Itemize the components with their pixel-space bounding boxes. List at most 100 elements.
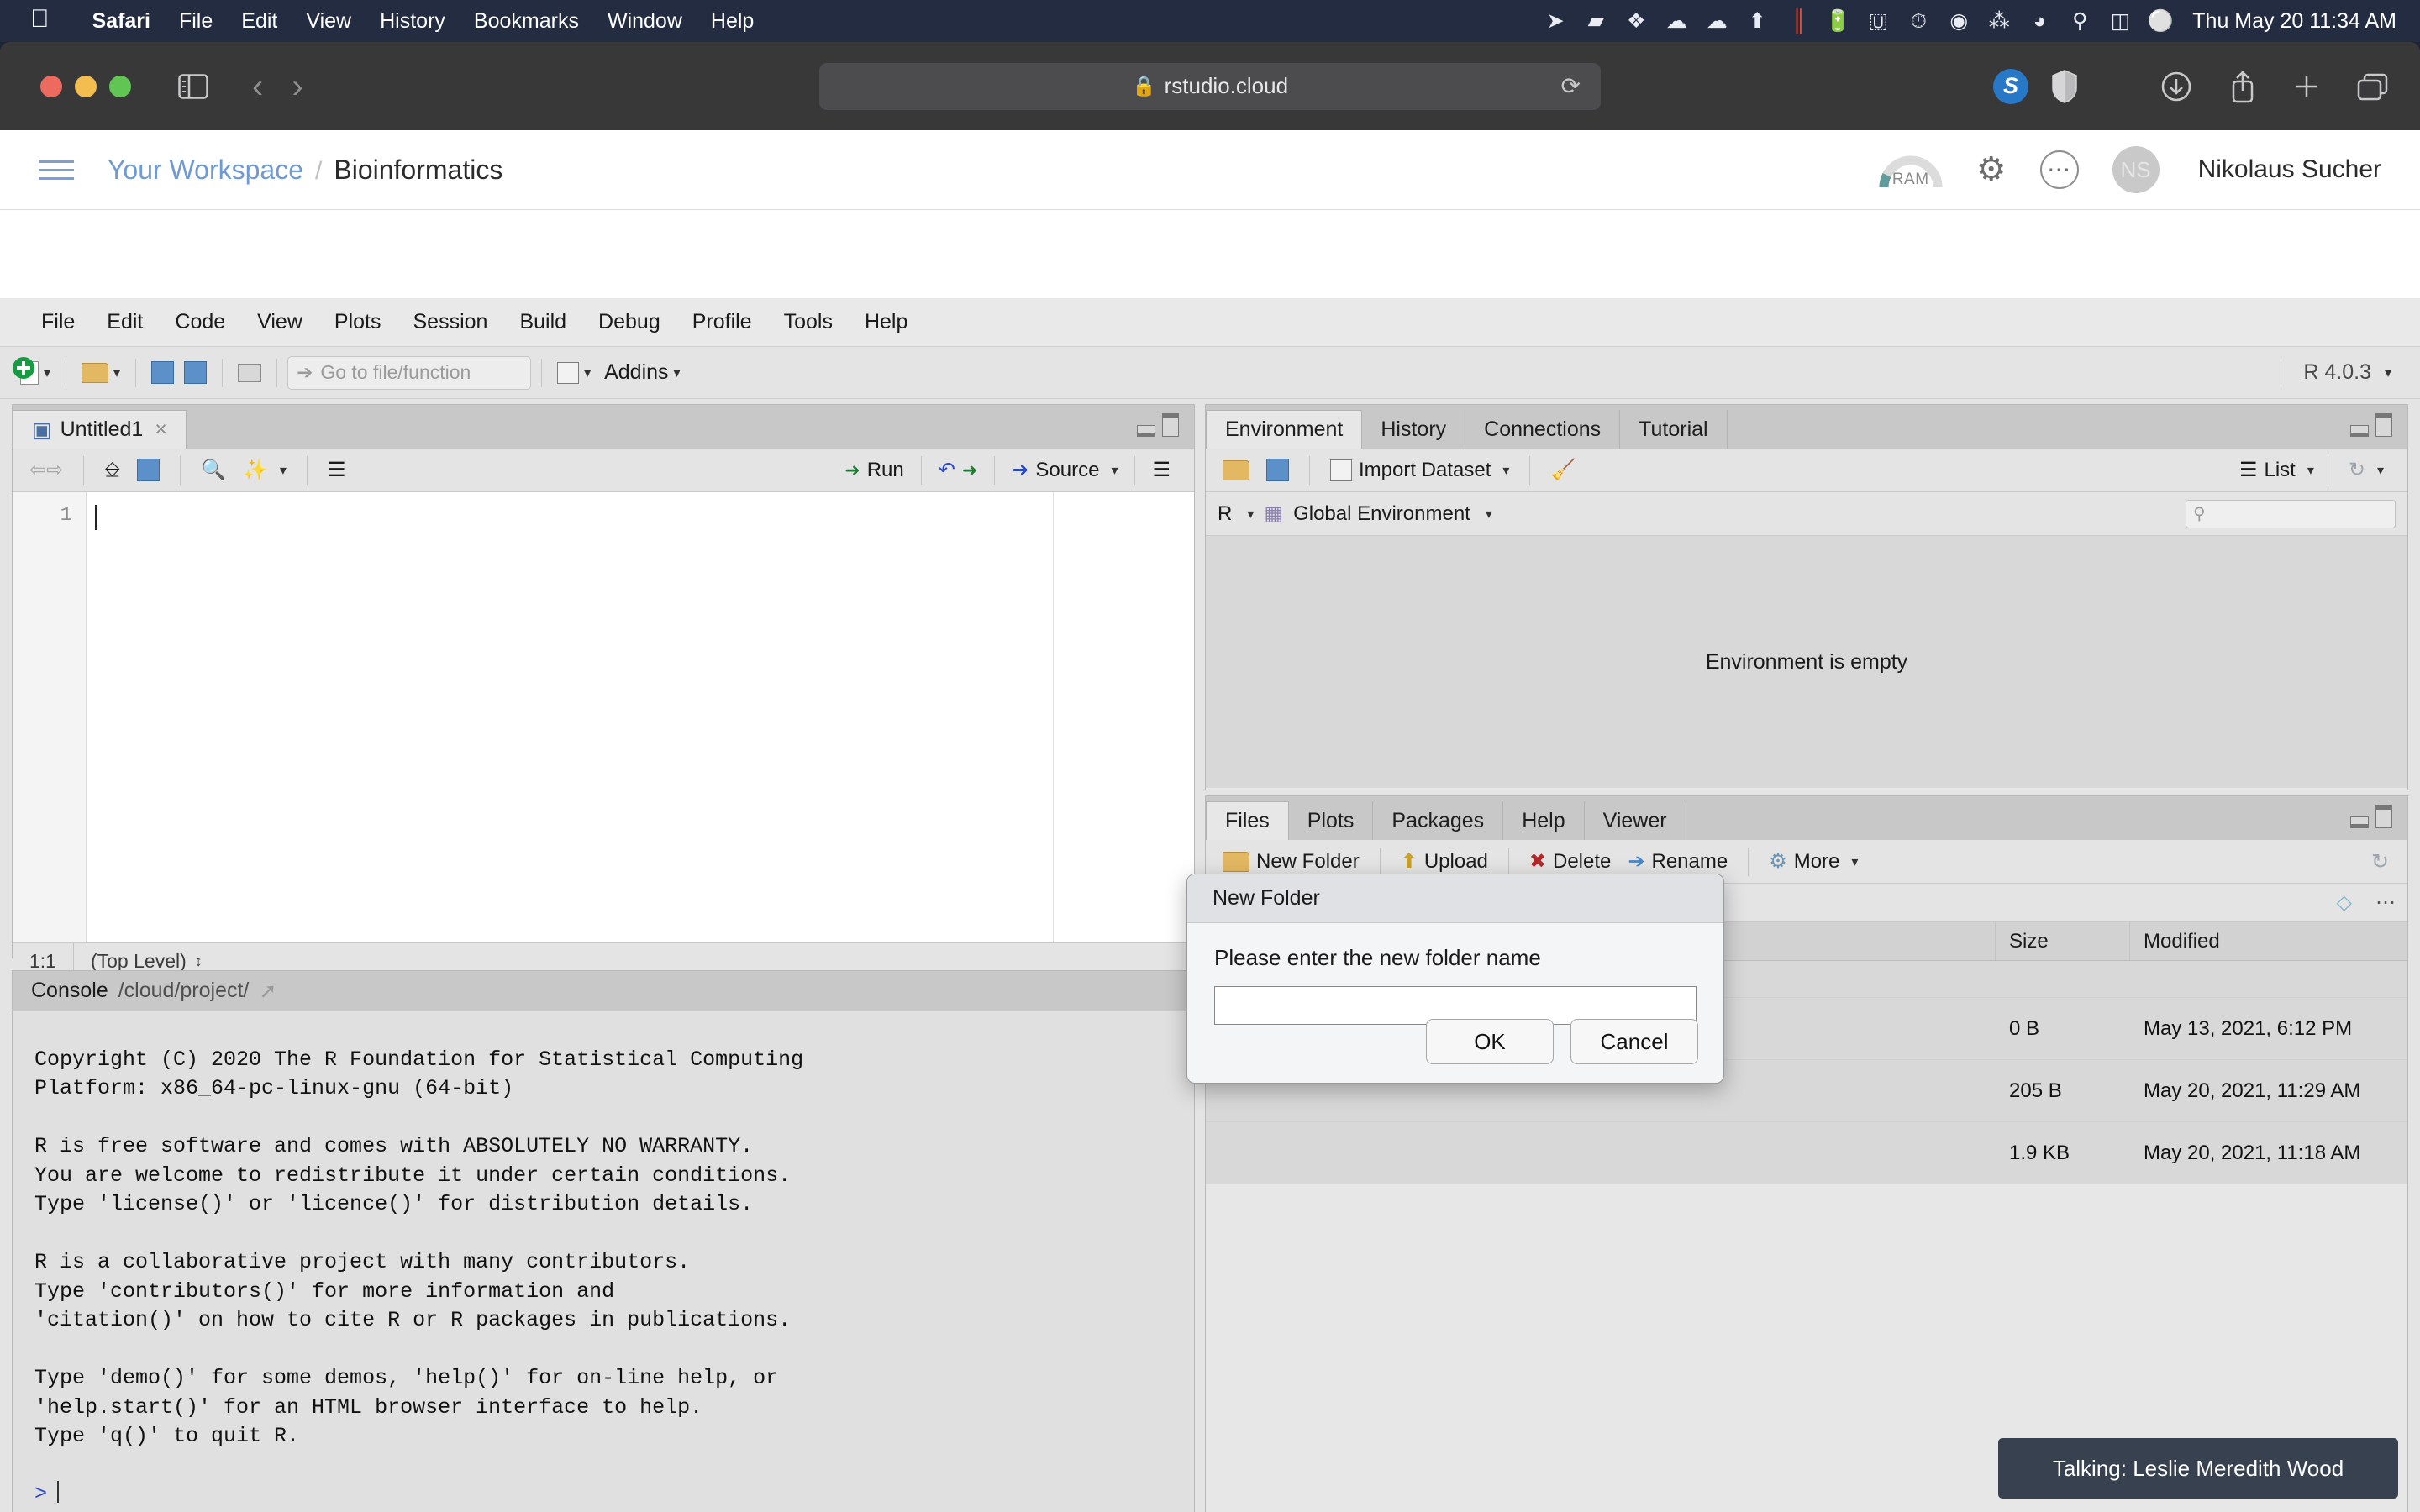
- run-button[interactable]: ➜ Run: [838, 459, 910, 482]
- ide-menu-plots[interactable]: Plots: [318, 310, 397, 334]
- tab-packages[interactable]: Packages: [1373, 801, 1504, 840]
- apple-menu-icon[interactable]: : [18, 7, 61, 32]
- user-name[interactable]: Nikolaus Sucher: [2198, 155, 2381, 184]
- reload-icon[interactable]: ⟳: [1561, 72, 1581, 100]
- compile-report-icon[interactable]: ☰: [321, 458, 353, 482]
- menu-hamburger-icon[interactable]: [39, 160, 74, 180]
- print-button[interactable]: [233, 354, 266, 391]
- language-selector[interactable]: R: [1218, 502, 1232, 526]
- screen-recording-icon[interactable]: ▰: [1576, 8, 1616, 34]
- ide-menu-debug[interactable]: Debug: [582, 310, 676, 334]
- time-machine-icon[interactable]: ⏱: [1898, 9, 1939, 34]
- code-tools-icon[interactable]: ✨ ▾: [236, 458, 293, 482]
- address-bar[interactable]: 🔒 rstudio.cloud ⟳: [819, 62, 1601, 110]
- import-dataset-button[interactable]: Import Dataset ▾: [1323, 459, 1516, 482]
- privacy-shield-icon[interactable]: [2052, 69, 2077, 103]
- ide-menu-help[interactable]: Help: [849, 310, 923, 334]
- tab-history[interactable]: History: [1362, 410, 1466, 449]
- ide-menu-edit[interactable]: Edit: [91, 310, 159, 334]
- pause-bars-icon[interactable]: ║: [1777, 9, 1818, 34]
- airdrop-icon[interactable]: ◉: [1939, 8, 1979, 34]
- new-file-button[interactable]: ▾: [13, 354, 55, 391]
- maximize-pane-icon[interactable]: [2375, 413, 2392, 437]
- table-row[interactable]: 1.9 KB May 20, 2021, 11:18 AM: [1206, 1122, 2407, 1184]
- downloads-icon[interactable]: [2160, 70, 2193, 103]
- sidebar-toggle-icon[interactable]: [178, 73, 208, 99]
- maximize-pane-icon[interactable]: [2375, 805, 2392, 828]
- more-button[interactable]: ⚙ More ▾: [1762, 849, 1865, 874]
- console-output[interactable]: Copyright (C) 2020 The R Foundation for …: [13, 1011, 1194, 1512]
- cloud-icon-2[interactable]: ☁: [1697, 8, 1737, 34]
- bluetooth-icon[interactable]: ⁂: [1979, 8, 2019, 34]
- rerun-button[interactable]: ↶ ➜: [932, 458, 985, 482]
- maximize-pane-icon[interactable]: [1162, 413, 1179, 437]
- close-window-button[interactable]: [40, 75, 62, 97]
- menu-safari[interactable]: Safari: [78, 9, 165, 34]
- show-in-new-window-icon[interactable]: ⎒: [97, 459, 127, 482]
- find-replace-icon[interactable]: 🔍: [194, 458, 233, 482]
- tab-environment[interactable]: Environment: [1206, 410, 1363, 449]
- code-editor[interactable]: 1: [13, 492, 1194, 942]
- tab-plots[interactable]: Plots: [1288, 801, 1374, 840]
- tab-viewer[interactable]: Viewer: [1584, 801, 1686, 840]
- upload-button[interactable]: ⬆ Upload: [1394, 849, 1495, 874]
- back-button[interactable]: ‹: [252, 70, 263, 103]
- clear-workspace-icon[interactable]: 🧹: [1544, 458, 1582, 482]
- ram-gauge[interactable]: RAM: [1879, 150, 1943, 189]
- workspace-panes-button[interactable]: ▾: [552, 354, 596, 391]
- ide-menu-build[interactable]: Build: [503, 310, 582, 334]
- ide-menu-file[interactable]: File: [25, 310, 91, 334]
- refresh-environment-icon[interactable]: ↻ ▾: [2342, 458, 2391, 482]
- list-view-selector[interactable]: ☰ List ▾: [2239, 458, 2314, 482]
- load-workspace-icon[interactable]: [1216, 459, 1256, 480]
- maximize-window-button[interactable]: [109, 75, 131, 97]
- forward-button[interactable]: ›: [292, 70, 302, 103]
- wifi-icon[interactable]: ◕: [2019, 9, 2060, 34]
- rename-button[interactable]: ➔ Rename: [1621, 849, 1734, 874]
- minimize-pane-icon[interactable]: [1137, 425, 1155, 437]
- menu-bar-clock[interactable]: Thu May 20 11:34 AM: [2192, 9, 2402, 34]
- share-icon[interactable]: [2228, 69, 2257, 104]
- tab-files[interactable]: Files: [1206, 801, 1289, 840]
- save-all-button[interactable]: [179, 354, 212, 391]
- outline-toggle-icon[interactable]: ☰: [1145, 458, 1177, 482]
- minimize-pane-icon[interactable]: [2350, 816, 2369, 828]
- source-tab-untitled1[interactable]: ▣ Untitled1 ×: [13, 410, 187, 449]
- ide-menu-code[interactable]: Code: [159, 310, 241, 334]
- control-center-icon[interactable]: ◫: [2100, 8, 2140, 34]
- environment-search-input[interactable]: ⚲: [2186, 499, 2396, 528]
- avatar[interactable]: NS: [2112, 146, 2160, 193]
- ide-menu-session[interactable]: Session: [397, 310, 504, 334]
- menu-bookmarks[interactable]: Bookmarks: [460, 9, 593, 34]
- console-working-directory[interactable]: /cloud/project/: [118, 979, 250, 1003]
- menu-window[interactable]: Window: [593, 9, 697, 34]
- tab-overview-icon[interactable]: [2356, 71, 2390, 102]
- cancel-button[interactable]: Cancel: [1570, 1019, 1698, 1064]
- menu-help[interactable]: Help: [697, 9, 768, 34]
- us-flag-input-icon[interactable]: 🇺: [1858, 9, 1898, 34]
- cloud-icon[interactable]: ☁: [1656, 8, 1697, 34]
- tab-connections[interactable]: Connections: [1465, 410, 1621, 449]
- code-text-area[interactable]: [87, 492, 1194, 942]
- new-folder-button[interactable]: New Folder: [1216, 850, 1366, 874]
- battery-charging-icon[interactable]: 🔋: [1818, 9, 1858, 34]
- minimize-pane-icon[interactable]: [2350, 425, 2369, 437]
- open-in-files-icon[interactable]: ➚: [259, 979, 276, 1004]
- refresh-files-icon[interactable]: ↻: [2371, 849, 2389, 874]
- upload-icon[interactable]: ⬆: [1737, 8, 1777, 34]
- breadcrumb-workspace-link[interactable]: Your Workspace: [108, 155, 303, 186]
- siri-icon[interactable]: ⚪: [2140, 9, 2181, 34]
- source-button[interactable]: ➜ Source ▾: [1005, 458, 1124, 482]
- r-project-icon[interactable]: ◇: [2337, 890, 2352, 915]
- addins-button[interactable]: Addins ▾: [596, 354, 685, 391]
- goto-file-function-input[interactable]: ➔ Go to file/function: [287, 355, 532, 390]
- minimize-window-button[interactable]: [75, 75, 97, 97]
- r-version-selector[interactable]: R 4.0.3 ▾: [2281, 357, 2391, 388]
- delete-button[interactable]: ✖ Delete: [1523, 849, 1618, 874]
- save-button[interactable]: [146, 354, 179, 391]
- grammarly-extension-icon[interactable]: S: [1993, 68, 2028, 104]
- ok-button[interactable]: OK: [1426, 1019, 1554, 1064]
- more-files-icon[interactable]: ⋯: [2375, 890, 2396, 915]
- menu-history[interactable]: History: [366, 9, 460, 34]
- ide-menu-tools[interactable]: Tools: [768, 310, 849, 334]
